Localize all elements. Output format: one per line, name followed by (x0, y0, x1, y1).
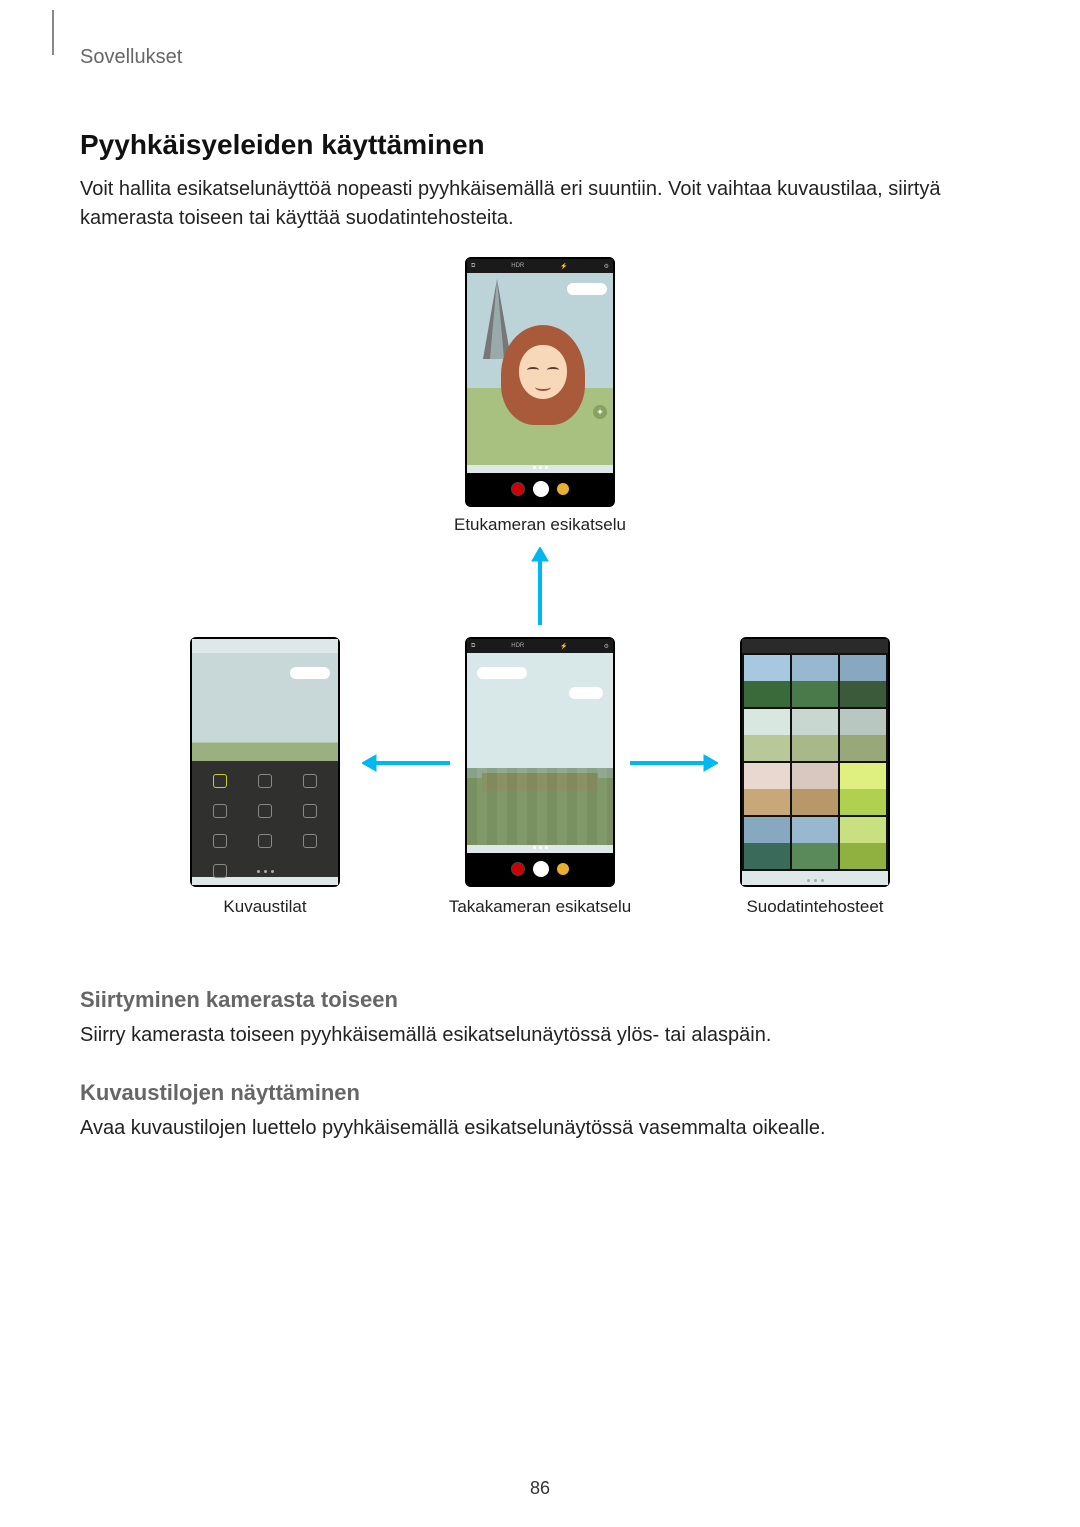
mode-item (198, 797, 241, 825)
shutter-bar (467, 473, 613, 505)
flash-icon: ⚡ (560, 263, 567, 270)
figure-swipe-diagram: ⧉ HDR ⚡ ⚙ ✦ (90, 257, 990, 957)
subheading-show-modes: Kuvaustilojen näyttäminen (80, 1080, 1000, 1106)
filter-thumb (744, 709, 790, 761)
flash-icon: ⚡ (560, 643, 567, 650)
phone-filters (740, 637, 890, 887)
header-tab-line (52, 10, 54, 55)
page-dots (192, 870, 338, 873)
camera-topbar: ⧉ HDR ⚡ ⚙ (467, 259, 613, 273)
filter-thumb (792, 817, 838, 869)
mode-item (243, 767, 286, 795)
caption-modes: Kuvaustilat (190, 897, 340, 917)
page-title: Pyyhkäisyeleiden käyttäminen (80, 129, 1000, 161)
intro-paragraph: Voit hallita esikatselunäyttöä nopeasti … (80, 175, 1000, 233)
mode-item (289, 827, 332, 855)
person-face (519, 345, 567, 399)
settings-icon: ⧉ (471, 643, 475, 650)
filters-topbar (742, 639, 888, 653)
phone-front-preview: ⧉ HDR ⚡ ⚙ ✦ (465, 257, 615, 507)
shutter-button-icon (533, 481, 549, 497)
camera-topbar: ⧉ HDR ⚡ ⚙ (467, 639, 613, 653)
mode-item (289, 797, 332, 825)
more-icon: ⋮ (322, 667, 332, 678)
record-button-icon (511, 862, 525, 876)
subheading-switch-cameras: Siirtyminen kamerasta toiseen (80, 987, 1000, 1013)
settings-icon: ⧉ (471, 263, 475, 270)
filter-thumb (792, 709, 838, 761)
mode-item (198, 827, 241, 855)
page-dots (467, 463, 613, 471)
filter-thumb (792, 655, 838, 707)
filter-thumb (744, 817, 790, 869)
mouth (535, 383, 551, 391)
mode-item (289, 767, 332, 795)
phone-modes: ⋮ (190, 637, 340, 887)
cloud-shape (477, 667, 527, 679)
caption-filters: Suodatintehosteet (720, 897, 910, 917)
eiffel-tower-inner (490, 279, 504, 359)
filter-thumb (840, 655, 886, 707)
record-button-icon (511, 482, 525, 496)
shutter-button-icon (533, 861, 549, 877)
page-dots (742, 879, 888, 882)
front-scene: ✦ (467, 273, 613, 465)
eye-left (527, 367, 539, 373)
hdr-label: HDR (511, 263, 524, 269)
gear-icon: ⚙ (604, 643, 609, 650)
filter-thumb (744, 763, 790, 815)
paragraph-switch-cameras: Siirry kamerasta toiseen pyyhkäisemällä … (80, 1021, 1000, 1050)
arrow-left-icon (362, 753, 452, 773)
gear-icon: ⚙ (604, 263, 609, 270)
paragraph-show-modes: Avaa kuvaustilojen luettelo pyyhkäisemäl… (80, 1114, 1000, 1143)
filter-thumb (744, 655, 790, 707)
filter-thumb (840, 817, 886, 869)
effects-button-icon (557, 483, 569, 495)
document-page: Sovellukset Pyyhkäisyeleiden käyttäminen… (0, 0, 1080, 1207)
hdr-label: HDR (511, 643, 524, 649)
rear-scene (467, 653, 613, 845)
cloud-shape (567, 283, 607, 295)
beauty-badge-icon: ✦ (593, 405, 607, 419)
header-section-label: Sovellukset (80, 46, 1000, 69)
filter-thumb (840, 763, 886, 815)
shutter-bar (467, 853, 613, 885)
filter-thumb (792, 763, 838, 815)
filter-thumb (840, 709, 886, 761)
phone-rear-preview: ⧉ HDR ⚡ ⚙ (465, 637, 615, 887)
eye-right (547, 367, 559, 373)
mode-item (243, 827, 286, 855)
trees-shape (467, 768, 613, 845)
modes-grid (192, 761, 338, 877)
caption-front: Etukameran esikatselu (420, 515, 660, 535)
filters-grid (742, 653, 888, 871)
page-dots (467, 843, 613, 851)
mode-item (198, 767, 241, 795)
arrow-up-icon (530, 547, 550, 627)
caption-rear: Takakameran esikatselu (420, 897, 660, 917)
cloud-shape (569, 687, 603, 699)
arrow-right-icon (628, 753, 718, 773)
mode-item (243, 797, 286, 825)
effects-button-icon (557, 863, 569, 875)
page-number: 86 (0, 1478, 1080, 1499)
